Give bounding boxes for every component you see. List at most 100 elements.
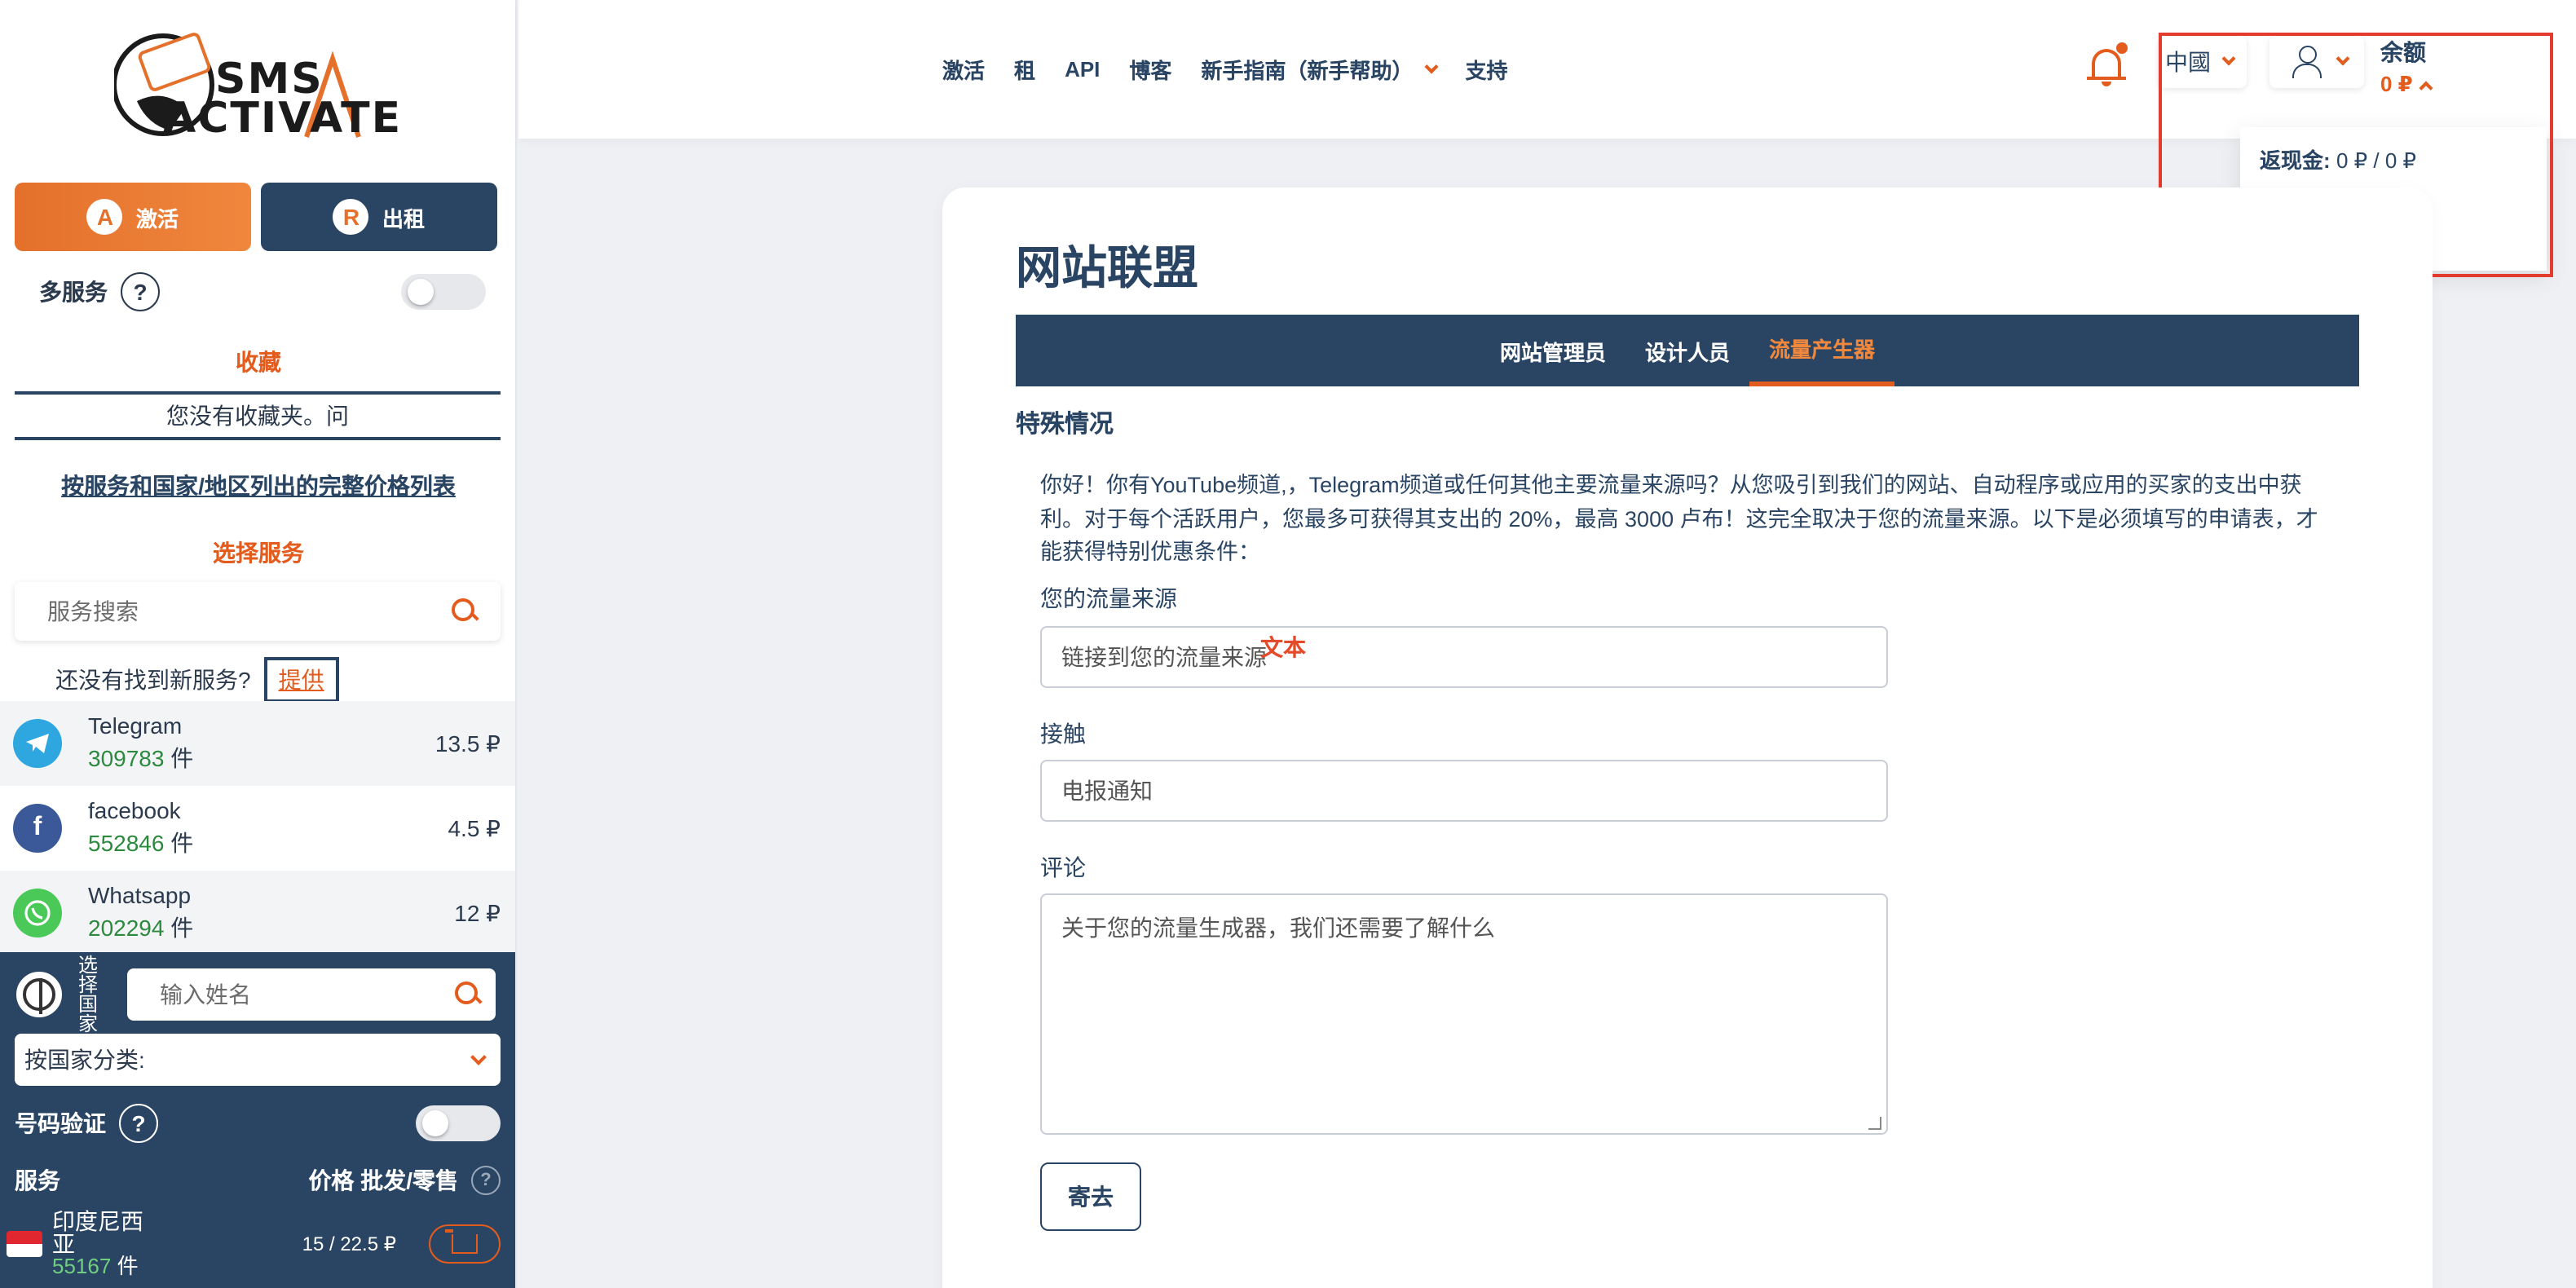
country-count-unit: 件: [117, 1254, 139, 1278]
tab-designer[interactable]: 设计人员: [1625, 315, 1749, 386]
multi-service-toggle[interactable]: [401, 274, 486, 310]
rent-mode-label: 出租: [382, 206, 425, 231]
number-verify-toggle[interactable]: [416, 1105, 501, 1141]
chevron-down-icon: [470, 1048, 487, 1065]
contact-input[interactable]: [1040, 760, 1888, 822]
multi-service-label: 多服务: [39, 279, 108, 305]
service-price: 13.5 ₽: [434, 730, 501, 756]
facebook-icon: f: [13, 804, 62, 853]
nav-activate[interactable]: 激活: [942, 54, 985, 85]
activate-mode-label: 激活: [135, 206, 179, 231]
country-count: 55167 件: [52, 1255, 153, 1278]
nav-guide-label: 新手指南（新手帮助）: [1201, 59, 1414, 83]
service-count-unit: 件: [170, 830, 194, 856]
nav-api[interactable]: API: [1065, 57, 1100, 82]
service-count-number: 202294: [88, 915, 165, 941]
choose-service-title: 选择服务: [213, 540, 304, 566]
price-column-header: 价格 批发/零售: [308, 1167, 458, 1193]
resize-handle-icon[interactable]: [1868, 1117, 1881, 1130]
service-count-number: 552846: [88, 830, 165, 856]
tab-webmaster[interactable]: 网站管理员: [1480, 315, 1625, 386]
rent-icon: R: [333, 199, 369, 235]
nav-guide[interactable]: 新手指南（新手帮助）: [1201, 54, 1438, 85]
submit-button[interactable]: 寄去: [1040, 1162, 1141, 1231]
service-count-number: 309783: [88, 745, 165, 771]
description-text: 你好！你有YouTube频道,，Telegram频道或任何其他主要流量来源吗？从…: [1040, 473, 2318, 564]
service-list: Telegram 309783 件 13.5 ₽ f facebook 5528…: [0, 701, 515, 955]
search-icon[interactable]: [452, 598, 478, 624]
cart-icon: [445, 1229, 478, 1254]
country-price: 15 / 22.5 ₽: [302, 1233, 396, 1255]
page-title: 网站联盟: [1016, 243, 1199, 293]
service-price: 12 ₽: [454, 899, 501, 925]
traffic-source-label: 您的流量来源: [1040, 585, 1177, 611]
service-name: Whatsapp: [88, 882, 192, 908]
multi-service-row: 多服务 ?: [39, 271, 486, 313]
source-note: 文本: [1260, 634, 1306, 660]
tab-traffic-generator[interactable]: 流量产生器: [1749, 315, 1895, 386]
service-count-unit: 件: [170, 745, 194, 771]
offer-service-button[interactable]: 提供: [263, 657, 339, 703]
service-name: facebook: [88, 797, 181, 823]
service-count: 202294 件: [88, 911, 454, 944]
number-verify-label: 号码验证: [15, 1110, 106, 1136]
number-verify-row: 号码验证 ?: [15, 1102, 501, 1145]
full-price-list-link[interactable]: 按服务和国家/地区列出的完整价格列表: [0, 470, 515, 502]
sms-activate-logo[interactable]: SMS ACTIVATE: [112, 23, 408, 147]
search-icon[interactable]: [455, 981, 481, 1008]
country-table-header: 服务 价格 批发/零售 ?: [15, 1164, 501, 1197]
service-not-found-row: 还没有找到新服务? 提供: [55, 657, 339, 703]
service-row-telegram[interactable]: Telegram 309783 件 13.5 ₽: [0, 701, 515, 786]
nav-rent[interactable]: 租: [1014, 54, 1035, 85]
service-search-input[interactable]: [47, 598, 452, 624]
whatsapp-icon: [13, 889, 62, 937]
buy-button[interactable]: [429, 1224, 501, 1264]
country-row-indonesia[interactable]: 印度尼西亚 55167 件 15 / 22.5 ₽: [7, 1206, 501, 1281]
rent-mode-button[interactable]: R 出租: [261, 183, 497, 251]
price-help-icon[interactable]: ?: [471, 1166, 501, 1195]
country-name-block: 印度尼西亚 55167 件: [52, 1210, 153, 1278]
favorites-title: 收藏: [236, 349, 281, 375]
notification-dot: [2116, 42, 2128, 54]
service-meta: Whatsapp 202294 件: [88, 882, 454, 944]
service-price: 4.5 ₽: [448, 814, 501, 840]
country-sort-select[interactable]: 按国家分类:: [15, 1034, 501, 1086]
service-count: 309783 件: [88, 742, 435, 774]
service-search-box: [15, 582, 501, 641]
activate-icon: A: [86, 199, 123, 235]
activate-mode-button[interactable]: A 激活: [15, 183, 251, 251]
country-name: 印度尼西亚: [52, 1208, 143, 1257]
select-country-label: 选择国家: [78, 954, 99, 1035]
nav-support[interactable]: 支持: [1465, 54, 1507, 85]
service-row-facebook[interactable]: f facebook 552846 件 4.5 ₽: [0, 786, 515, 871]
notification-bell-icon[interactable]: [2087, 42, 2129, 88]
mode-switch: A 激活 R 出租: [15, 183, 497, 251]
country-sort-label: 按国家分类:: [24, 1047, 145, 1073]
service-meta: Telegram 309783 件: [88, 712, 435, 774]
telegram-icon: [13, 719, 62, 768]
service-count: 552846 件: [88, 827, 448, 859]
service-count-unit: 件: [170, 915, 194, 941]
multi-service-help-icon[interactable]: ?: [121, 272, 160, 311]
affiliate-card: 网站联盟 网站管理员 设计人员 流量产生器 特殊情况 你好！你有YouTube频…: [942, 187, 2433, 1288]
chevron-down-icon: [1423, 59, 1438, 73]
comment-textarea[interactable]: [1040, 893, 1888, 1135]
country-search-input[interactable]: [160, 981, 455, 1008]
main-nav: 激活 租 API 博客 新手指南（新手帮助） 支持: [942, 54, 1537, 85]
country-count-number: 55167: [52, 1254, 112, 1278]
favorites-empty-text: 您没有收藏夹。问: [15, 391, 501, 440]
comment-label: 评论: [1040, 854, 1086, 880]
affiliate-tabs: 网站管理员 设计人员 流量产生器: [1016, 315, 2359, 386]
not-found-text: 还没有找到新服务?: [55, 667, 251, 693]
section-title: 特殊情况: [1016, 411, 1114, 439]
country-search-row: 选择国家: [13, 955, 502, 1034]
nav-blog[interactable]: 博客: [1129, 54, 1171, 85]
traffic-source-input[interactable]: [1040, 626, 1888, 688]
indonesia-flag-icon: [7, 1231, 42, 1257]
sidebar: SMS ACTIVATE A 激活 R 出租 多服务 ? 收藏 您没有收藏夹。问…: [0, 0, 517, 1288]
service-row-whatsapp[interactable]: Whatsapp 202294 件 12 ₽: [0, 871, 515, 955]
number-verify-help-icon[interactable]: ?: [119, 1104, 158, 1143]
world-icon[interactable]: [13, 968, 65, 1021]
top-header: 激活 租 API 博客 新手指南（新手帮助） 支持 中國 余额 0 ₽ 返现金:: [518, 0, 2576, 277]
country-search-box: [127, 968, 496, 1021]
